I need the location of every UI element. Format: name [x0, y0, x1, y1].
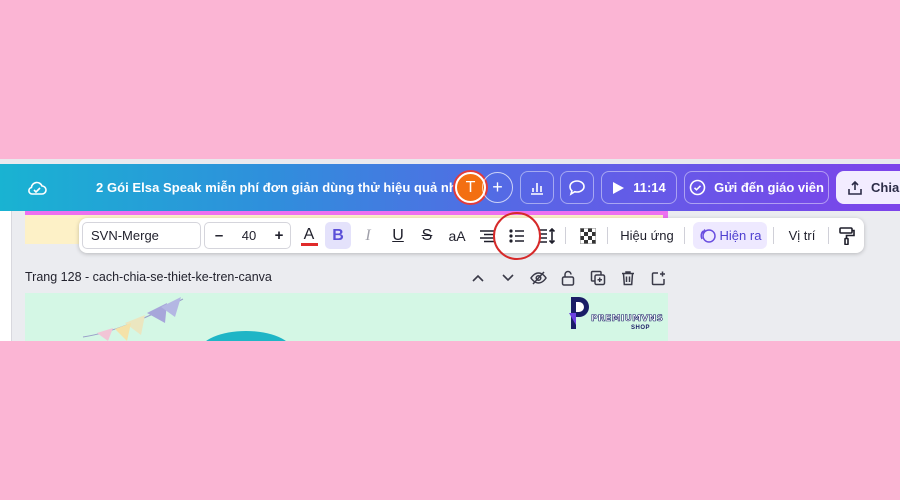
lock-page-button[interactable] [557, 268, 579, 288]
animation-icon [700, 228, 716, 243]
present-button[interactable]: 11:14 [601, 171, 677, 204]
toolbar-divider [607, 227, 608, 244]
animate-button[interactable]: Hiện ra [693, 222, 767, 249]
increase-font-size-button[interactable]: + [269, 227, 289, 244]
logo-subtext: SHOP [631, 325, 651, 331]
letter-case-button[interactable]: aA [443, 222, 471, 249]
highlight-circle [493, 212, 541, 260]
font-size-stepper: – 40 + [204, 222, 291, 249]
copy-style-button[interactable] [834, 222, 860, 249]
paint-roller-icon [839, 226, 855, 245]
editor-header: 2 Gói Elsa Speak miễn phí đơn giản dùng … [0, 164, 900, 211]
bold-button[interactable]: B [325, 222, 351, 249]
premiumvns-logo: PREMIUMVNS SHOP [567, 293, 664, 335]
chevron-up-icon [472, 274, 484, 282]
submit-to-teacher-button[interactable]: Gửi đến giáo viên [684, 171, 829, 204]
underline-button[interactable]: U [385, 222, 411, 249]
delete-page-button[interactable] [617, 268, 639, 288]
hide-page-button[interactable] [527, 268, 549, 288]
logo-mark-icon [569, 297, 589, 329]
checkerboard-icon [580, 227, 596, 244]
text-color-swatch [300, 242, 318, 246]
submit-label: Gửi đến giáo viên [714, 180, 824, 195]
toolbar-divider [773, 227, 774, 244]
font-family-select[interactable]: SVN-Merge [82, 222, 201, 249]
duplicate-page-button[interactable] [587, 268, 609, 288]
chevron-down-icon [502, 274, 514, 282]
bar-chart-icon [531, 182, 543, 195]
text-color-button[interactable]: A [296, 222, 322, 249]
effects-button[interactable]: Hiệu ứng [617, 222, 677, 249]
font-size-input[interactable]: 40 [229, 228, 269, 243]
strikethrough-button[interactable]: S [414, 222, 440, 249]
text-format-toolbar: SVN-Merge – 40 + A B I U S aA Hiệu ứng H… [79, 218, 864, 253]
share-label: Chia s [871, 180, 900, 195]
selection-border [25, 211, 668, 215]
share-button[interactable]: Chia s [836, 171, 900, 204]
bunting-decoration [82, 297, 184, 341]
add-page-icon [651, 271, 665, 285]
cloud-save-icon[interactable] [24, 164, 50, 211]
logo-text: PREMIUMVNS [591, 314, 664, 325]
add-page-button[interactable] [647, 268, 669, 288]
expand-page-button[interactable] [497, 268, 519, 288]
teal-circle-shape [200, 331, 292, 341]
page-title[interactable]: Trang 128 - cach-chia-se-thiet-ke-tren-c… [25, 270, 272, 284]
current-page-canvas[interactable]: PREMIUMVNS SHOP [25, 293, 668, 341]
decrease-font-size-button[interactable]: – [209, 227, 229, 244]
insights-button[interactable] [520, 171, 554, 204]
position-button[interactable]: Vị trí [782, 222, 822, 249]
italic-button[interactable]: I [355, 222, 381, 249]
check-circle-icon [689, 179, 706, 196]
text-color-icon: A [303, 225, 315, 243]
plus-icon: + [492, 177, 503, 197]
toolbar-divider [828, 227, 829, 244]
add-collaborator-button[interactable]: + [482, 172, 513, 203]
toolbar-divider [684, 227, 685, 244]
eye-slash-icon [529, 271, 547, 285]
left-panel-edge [0, 211, 12, 341]
transparency-button[interactable] [575, 222, 601, 249]
duplicate-icon [590, 270, 606, 286]
comment-icon [569, 180, 585, 196]
collapse-page-button[interactable] [467, 268, 489, 288]
unlock-icon [561, 270, 575, 286]
animate-label: Hiện ra [719, 228, 762, 243]
toolbar-divider [565, 227, 566, 244]
upload-icon [848, 180, 862, 195]
play-icon [613, 181, 625, 194]
comment-button[interactable] [560, 171, 594, 204]
trash-icon [622, 271, 634, 286]
present-timer: 11:14 [633, 180, 666, 195]
document-title[interactable]: 2 Gói Elsa Speak miễn phí đơn giản dùng … [96, 164, 469, 211]
